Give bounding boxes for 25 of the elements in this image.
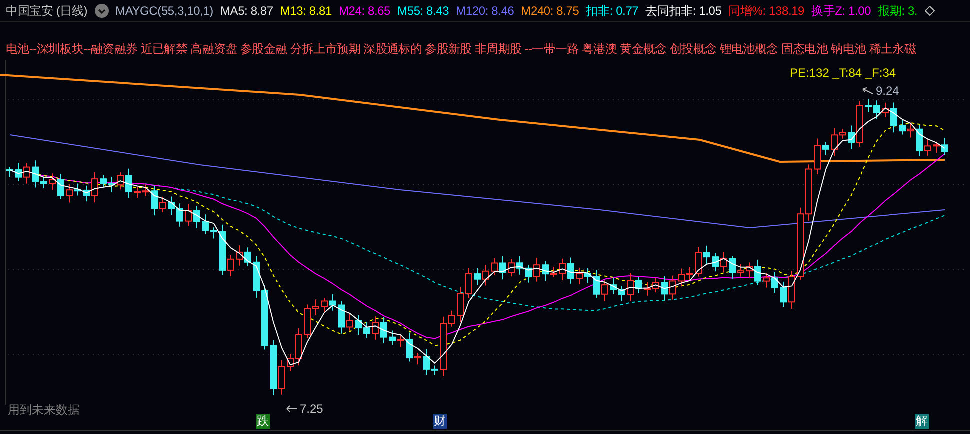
indicator-reading: 报期: 3.: [878, 2, 918, 20]
indicator-reading: 去同扣非: 1.05: [646, 2, 722, 20]
dropdown-icon[interactable]: [94, 4, 109, 18]
event-marker[interactable]: 财: [433, 414, 447, 429]
indicator-reading: 扣非: 0.77: [586, 2, 639, 20]
future-data-note: 用到未来数据: [8, 402, 80, 419]
indicator-reading: M24: 8.65: [338, 2, 391, 20]
arrow-icon: [286, 405, 298, 413]
arrow-icon: [862, 87, 874, 95]
indicator-reading: 同增%: 138.19: [728, 2, 805, 20]
indicator-reading: M120: 8.46: [456, 2, 514, 20]
low-price-label: 7.25: [300, 401, 324, 418]
stock-title: 中国宝安 (日线): [6, 2, 88, 20]
concept-tags: 电池--深圳板块--融资融券 近已解禁 高融资盘 参股金融 分拆上市预期 深股通标的 参股新股 非周期股 --一带一路 粤港澳 黄金概念 创投概念 锂电池概念 固态电池 钠电池 稀土永磁: [6, 40, 916, 58]
indicator-reading: MA5: 8.87: [220, 2, 274, 20]
indicator-reading: M55: 8.43: [398, 2, 450, 20]
event-marker[interactable]: 解: [915, 414, 929, 429]
event-marker[interactable]: 跌: [256, 414, 270, 429]
indicator-reading: 换手Z: 1.00: [812, 2, 872, 20]
high-price-label: 9.24: [876, 83, 900, 100]
diamond-icon: [924, 6, 935, 16]
indicator-reading: M13: 8.81: [280, 2, 332, 20]
valuation-label: PE:132 _T:84 _F:34: [790, 65, 896, 82]
indicator-name: MAYGC(55,3,10,1): [116, 2, 214, 20]
indicator-reading: M240: 8.75: [521, 2, 580, 20]
